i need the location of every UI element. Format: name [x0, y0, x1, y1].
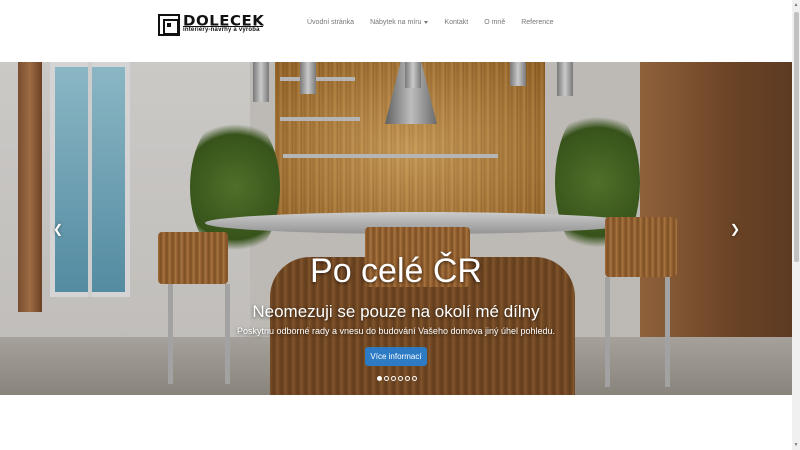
- carousel-indicator-dot[interactable]: [391, 376, 396, 381]
- nav-item-references[interactable]: Reference: [521, 19, 561, 26]
- carousel-indicator-dot[interactable]: [384, 376, 389, 381]
- hero-description: Poskytnu odborné rady a vnesu do budován…: [236, 326, 556, 336]
- nav-item-furniture[interactable]: Nábytek na míru: [370, 19, 436, 26]
- scroll-up-icon[interactable]: ▲: [793, 2, 799, 8]
- logo-mark-icon: [158, 14, 180, 36]
- scroll-down-icon[interactable]: ▼: [793, 442, 799, 448]
- more-info-button[interactable]: Více informací: [365, 347, 427, 366]
- nav-item-furniture-label: Nábytek na míru: [370, 19, 422, 26]
- chevron-left-icon[interactable]: ❮: [53, 222, 63, 236]
- hero-subtitle: Neomezuji se pouze na okolí mé dílny: [252, 302, 540, 321]
- main-nav: Úvodní stránka Nábytek na míru Kontakt O…: [307, 19, 570, 26]
- carousel-indicator-dot[interactable]: [405, 376, 410, 381]
- carousel-indicator-dot[interactable]: [398, 376, 403, 381]
- nav-item-contact[interactable]: Kontakt: [444, 19, 476, 26]
- caret-down-icon: [424, 20, 429, 24]
- nav-item-home[interactable]: Úvodní stránka: [307, 19, 362, 26]
- hero-title: Po celé ČR: [310, 252, 482, 290]
- logo-tagline: interiéry-návrhy a výroba: [183, 27, 260, 33]
- nav-item-about[interactable]: O mně: [484, 19, 513, 26]
- carousel-indicators: [377, 376, 417, 381]
- chevron-right-icon[interactable]: ❯: [730, 222, 740, 236]
- hero-overlay: [0, 62, 792, 395]
- logo[interactable]: DOLECEK interiéry-návrhy a výroba: [158, 13, 264, 38]
- carousel-indicator-dot[interactable]: [377, 376, 382, 381]
- carousel-indicator-dot[interactable]: [412, 376, 417, 381]
- navbar: DOLECEK interiéry-návrhy a výroba Úvodní…: [0, 0, 792, 62]
- hero-carousel: ❮ ❯ Po celé ČR Neomezuji se pouze na oko…: [0, 62, 792, 395]
- scrollbar-thumb[interactable]: [794, 12, 799, 262]
